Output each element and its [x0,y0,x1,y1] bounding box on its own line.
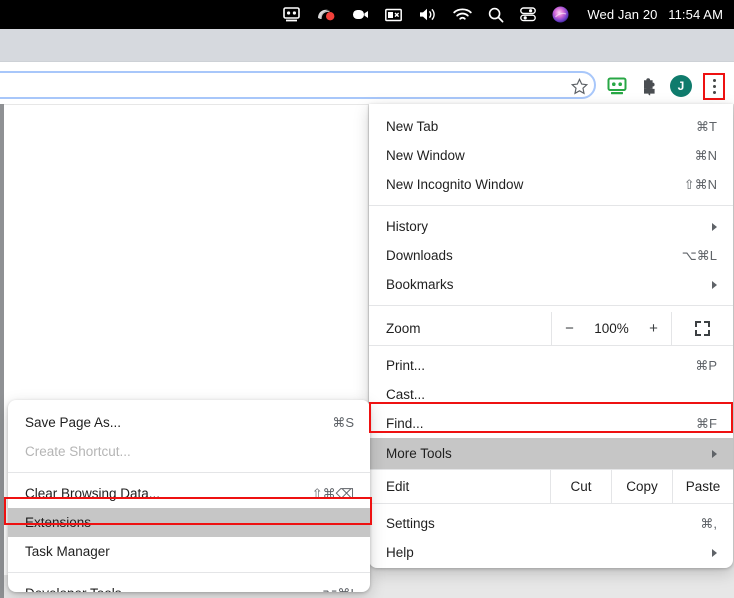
menu-item-label: Settings [386,516,435,531]
menu-item-settings[interactable]: Settings ⌘, [369,509,733,538]
menu-row-edit: Edit Cut Copy Paste [369,470,733,503]
menu-item-label: More Tools [386,446,452,461]
menu-item-accelerator: ⌘S [332,414,354,430]
menu-item-accelerator: ⌘, [700,515,717,531]
menu-item-new-tab[interactable]: New Tab ⌘T [369,112,733,141]
more-tools-submenu: Save Page As... ⌘S Create Shortcut... Cl… [8,400,370,592]
menu-bar-time: 11:54 AM [668,7,723,22]
extensions-puzzle-icon[interactable] [638,74,662,98]
zoom-in-button[interactable]: + [638,320,670,337]
menu-item-label: Bookmarks [386,277,454,292]
menu-item-label: Help [386,545,414,560]
menu-item-accelerator: ⌘F [696,415,717,431]
menu-item-history[interactable]: History [369,212,733,241]
edit-label: Edit [386,479,410,494]
macos-menu-bar: Wed Jan 20 11:54 AM [0,0,734,29]
menu-item-downloads[interactable]: Downloads ⌥⌘L [369,241,733,270]
screenshot-icon[interactable] [377,0,410,29]
submenu-item-developer-tools[interactable]: Developer Tools ⌥⌘I [8,579,370,593]
chevron-right-icon [712,548,717,557]
chevron-right-icon [712,280,717,289]
submenu-item-save-page-as[interactable]: Save Page As... ⌘S [8,408,370,437]
menu-item-print[interactable]: Print... ⌘P [369,351,733,380]
menu-item-label: Developer Tools [25,586,322,592]
menu-bar-status-icons [275,0,577,29]
menu-item-label: Extensions [25,515,92,530]
zoom-controls: − 100% + [551,312,671,345]
menu-item-label: Clear Browsing Data... [25,486,161,501]
menu-item-label: Find... [386,416,424,431]
menu-item-label: Save Page As... [25,415,122,430]
menu-item-more-tools[interactable]: More Tools [369,438,733,469]
menu-item-label: Cast... [386,387,426,402]
window-left-edge [0,104,4,598]
menu-separator [369,305,733,306]
three-dot-menu-icon[interactable] [703,73,725,100]
zoom-label: Zoom [386,321,421,336]
menu-item-accelerator: ⇧⌘N [683,176,717,192]
submenu-item-extensions[interactable]: Extensions [8,508,370,537]
robot-status-icon[interactable] [275,0,308,29]
menu-item-label: Create Shortcut... [25,444,131,459]
menu-item-label: New Tab [386,119,439,134]
wifi-icon[interactable] [445,0,480,29]
menu-bar-clock[interactable]: Wed Jan 20 11:54 AM [577,7,734,22]
menu-item-label: Downloads [386,248,453,263]
fullscreen-button[interactable] [671,312,733,345]
menu-item-accelerator: ⌘N [694,147,717,163]
menu-item-label: New Incognito Window [386,177,524,192]
fullscreen-icon [695,321,710,336]
menu-item-label: Print... [386,358,426,373]
menu-item-label: History [386,219,429,234]
video-camera-icon[interactable] [344,0,377,29]
control-center-icon[interactable] [512,0,544,29]
menu-item-label: Task Manager [25,544,110,559]
bookmark-star-icon[interactable] [568,75,590,97]
chrome-main-menu: New Tab ⌘T New Window ⌘N New Incognito W… [369,104,733,568]
address-bar[interactable] [0,71,596,99]
menu-separator [8,472,370,473]
zoom-level-value: 100% [594,321,629,336]
menu-item-accelerator: ⇧⌘⌫ [311,485,354,501]
menu-item-help[interactable]: Help [369,538,733,567]
menu-item-label: New Window [386,148,465,163]
spotlight-search-icon[interactable] [480,0,512,29]
submenu-item-clear-browsing-data[interactable]: Clear Browsing Data... ⇧⌘⌫ [8,479,370,508]
paste-button[interactable]: Paste [672,470,733,503]
submenu-item-create-shortcut: Create Shortcut... [8,437,370,466]
menu-separator [369,205,733,206]
menu-item-accelerator: ⌥⌘L [681,247,717,263]
menu-item-accelerator: ⌥⌘I [322,586,354,593]
screen-recording-icon[interactable] [308,0,344,29]
volume-icon[interactable] [410,0,445,29]
menu-bar-date: Wed Jan 20 [587,7,658,22]
menu-item-new-window[interactable]: New Window ⌘N [369,141,733,170]
menu-item-bookmarks[interactable]: Bookmarks [369,270,733,299]
chevron-right-icon [712,222,717,231]
cut-button[interactable]: Cut [550,470,611,503]
copy-button[interactable]: Copy [611,470,672,503]
chevron-right-icon [712,449,717,458]
browser-tab-strip [0,29,734,62]
avatar[interactable]: J [670,75,692,97]
menu-separator [8,572,370,573]
screenshot-root: Wed Jan 20 11:54 AM J New Tab ⌘T New Win… [0,0,734,598]
omnibox-input[interactable] [0,73,594,97]
menu-item-find[interactable]: Find... ⌘F [369,409,733,438]
menu-item-new-incognito-window[interactable]: New Incognito Window ⇧⌘N [369,170,733,199]
menu-row-zoom: Zoom − 100% + [369,312,733,345]
zoom-out-button[interactable]: − [554,320,586,337]
submenu-item-task-manager[interactable]: Task Manager [8,537,370,566]
robot-extension-icon[interactable] [605,74,629,98]
menu-item-accelerator: ⌘T [696,118,717,134]
menu-item-accelerator: ⌘P [695,357,717,373]
menu-item-cast[interactable]: Cast... [369,380,733,409]
siri-icon[interactable] [544,0,577,29]
